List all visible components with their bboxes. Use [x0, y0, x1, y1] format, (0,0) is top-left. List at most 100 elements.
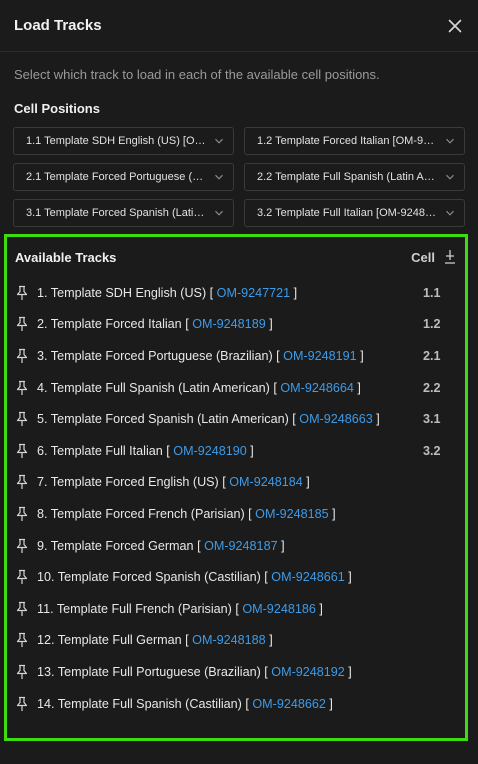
track-name: 12. Template Full German [37, 633, 182, 648]
pin-icon[interactable] [15, 348, 29, 364]
pin-icon[interactable] [15, 664, 29, 680]
track-name: 1. Template SDH English (US) [37, 285, 207, 300]
track-id-link[interactable]: OM-9248663 [299, 412, 373, 426]
cell-select-value: 3.2 Template Full Italian [OM-9248190] [257, 207, 440, 219]
cell-column-header: Cell [411, 249, 457, 265]
pin-icon[interactable] [15, 285, 29, 301]
chevron-down-icon [446, 174, 454, 180]
chevron-down-icon [215, 138, 223, 144]
close-button[interactable] [446, 17, 464, 35]
pin-icon[interactable] [15, 569, 29, 585]
track-row-13[interactable]: 13. Template Full Portuguese (Brazilian)… [7, 656, 465, 688]
track-row-6[interactable]: 6. Template Full Italian [ OM-9248190 ] … [7, 435, 465, 467]
available-tracks-title: Available Tracks [15, 249, 117, 265]
track-row-5[interactable]: 5. Template Forced Spanish (Latin Americ… [7, 403, 465, 435]
track-row-10[interactable]: 10. Template Forced Spanish (Castilian) … [7, 561, 465, 593]
track-label: 8. Template Forced French (Parisian) [ O… [37, 506, 336, 521]
track-row-2[interactable]: 2. Template Forced Italian [ OM-9248189 … [7, 309, 465, 341]
track-cell-value: 1.1 [423, 285, 441, 300]
sort-icon[interactable] [443, 249, 457, 265]
track-name: 8. Template Forced French (Parisian) [37, 506, 245, 521]
track-row-4[interactable]: 4. Template Full Spanish (Latin American… [7, 372, 465, 404]
cell-select-1-2[interactable]: 1.2 Template Forced Italian [OM-9248189] [244, 127, 465, 155]
track-list: 1. Template SDH English (US) [ OM-924772… [7, 277, 465, 719]
pin-icon[interactable] [15, 316, 29, 332]
pin-icon[interactable] [15, 474, 29, 490]
track-row-8[interactable]: 8. Template Forced French (Parisian) [ O… [7, 498, 465, 530]
track-id-link[interactable]: OM-9248664 [280, 381, 354, 395]
track-cell-value: 3.1 [423, 412, 441, 427]
track-name: 6. Template Full Italian [37, 443, 163, 458]
track-name: 7. Template Forced English (US) [37, 475, 219, 490]
track-cell-value: 2.1 [423, 348, 441, 363]
track-label: 5. Template Forced Spanish (Latin Americ… [37, 412, 380, 427]
pin-icon[interactable] [15, 696, 29, 712]
cell-select-2-1[interactable]: 2.1 Template Forced Portuguese (Brazilia… [13, 163, 234, 191]
track-label: 1. Template SDH English (US) [ OM-924772… [37, 285, 298, 300]
dialog-title: Load Tracks [14, 17, 102, 34]
cell-column-label: Cell [411, 249, 435, 265]
chevron-down-icon [446, 138, 454, 144]
track-id-link[interactable]: OM-9248185 [255, 507, 329, 521]
track-id-link[interactable]: OM-9248662 [252, 697, 326, 711]
track-name: 10. Template Forced Spanish (Castilian) [37, 570, 261, 585]
track-id-link[interactable]: OM-9248187 [204, 539, 278, 553]
track-id-link[interactable]: OM-9247721 [217, 286, 291, 300]
dialog-header: Load Tracks [0, 0, 478, 52]
chevron-down-icon [446, 210, 454, 216]
track-id-link[interactable]: OM-9248192 [271, 665, 345, 679]
cell-positions-grid: 1.1 Template SDH English (US) [OM-924772… [13, 127, 465, 227]
chevron-down-icon [215, 174, 223, 180]
cell-select-value: 1.1 Template SDH English (US) [OM-924772… [26, 135, 209, 147]
pin-icon[interactable] [15, 380, 29, 396]
pin-icon[interactable] [15, 506, 29, 522]
cell-select-value: 1.2 Template Forced Italian [OM-9248189] [257, 135, 440, 147]
track-label: 12. Template Full German [ OM-9248188 ] [37, 633, 273, 648]
cell-select-2-2[interactable]: 2.2 Template Full Spanish (Latin America… [244, 163, 465, 191]
track-id-link[interactable]: OM-9248188 [192, 633, 266, 647]
track-id-link[interactable]: OM-9248190 [173, 444, 247, 458]
track-cell-value: 3.2 [423, 443, 441, 458]
track-label: 2. Template Forced Italian [ OM-9248189 … [37, 317, 273, 332]
track-row-12[interactable]: 12. Template Full German [ OM-9248188 ] [7, 625, 465, 657]
track-row-1[interactable]: 1. Template SDH English (US) [ OM-924772… [7, 277, 465, 309]
track-id-link[interactable]: OM-9248191 [283, 349, 357, 363]
track-id-link[interactable]: OM-9248186 [242, 602, 316, 616]
track-label: 14. Template Full Spanish (Castilian) [ … [37, 696, 333, 711]
pin-icon[interactable] [15, 632, 29, 648]
track-label: 7. Template Forced English (US) [ OM-924… [37, 475, 310, 490]
pin-icon[interactable] [15, 443, 29, 459]
track-name: 3. Template Forced Portuguese (Brazilian… [37, 348, 273, 363]
available-tracks-panel: Available Tracks Cell 1. Template SDH En… [4, 234, 468, 741]
cell-select-value: 3.1 Template Forced Spanish (Latin Ameri… [26, 207, 209, 219]
pin-icon[interactable] [15, 538, 29, 554]
track-row-3[interactable]: 3. Template Forced Portuguese (Brazilian… [7, 340, 465, 372]
cell-select-3-1[interactable]: 3.1 Template Forced Spanish (Latin Ameri… [13, 199, 234, 227]
track-name: 5. Template Forced Spanish (Latin Americ… [37, 412, 289, 427]
track-name: 9. Template Forced German [37, 538, 194, 553]
pin-icon[interactable] [15, 411, 29, 427]
chevron-down-icon [215, 210, 223, 216]
close-icon [448, 19, 462, 32]
track-label: 4. Template Full Spanish (Latin American… [37, 380, 361, 395]
track-row-7[interactable]: 7. Template Forced English (US) [ OM-924… [7, 467, 465, 499]
track-name: 4. Template Full Spanish (Latin American… [37, 380, 270, 395]
track-label: 10. Template Forced Spanish (Castilian) … [37, 570, 352, 585]
track-label: 6. Template Full Italian [ OM-9248190 ] [37, 443, 254, 458]
cell-select-3-2[interactable]: 3.2 Template Full Italian [OM-9248190] [244, 199, 465, 227]
track-name: 14. Template Full Spanish (Castilian) [37, 696, 242, 711]
track-id-link[interactable]: OM-9248189 [192, 317, 266, 331]
track-name: 2. Template Forced Italian [37, 317, 182, 332]
cell-select-1-1[interactable]: 1.1 Template SDH English (US) [OM-924772… [13, 127, 234, 155]
track-id-link[interactable]: OM-9248184 [229, 475, 303, 489]
track-name: 13. Template Full Portuguese (Brazilian) [37, 664, 261, 679]
track-row-9[interactable]: 9. Template Forced German [ OM-9248187 ] [7, 530, 465, 562]
track-row-11[interactable]: 11. Template Full French (Parisian) [ OM… [7, 593, 465, 625]
track-cell-value: 2.2 [423, 380, 441, 395]
track-label: 3. Template Forced Portuguese (Brazilian… [37, 348, 364, 363]
track-row-14[interactable]: 14. Template Full Spanish (Castilian) [ … [7, 688, 465, 720]
track-id-link[interactable]: OM-9248661 [271, 570, 345, 584]
pin-icon[interactable] [15, 601, 29, 617]
track-label: 13. Template Full Portuguese (Brazilian)… [37, 664, 352, 679]
track-label: 9. Template Forced German [ OM-9248187 ] [37, 538, 285, 553]
